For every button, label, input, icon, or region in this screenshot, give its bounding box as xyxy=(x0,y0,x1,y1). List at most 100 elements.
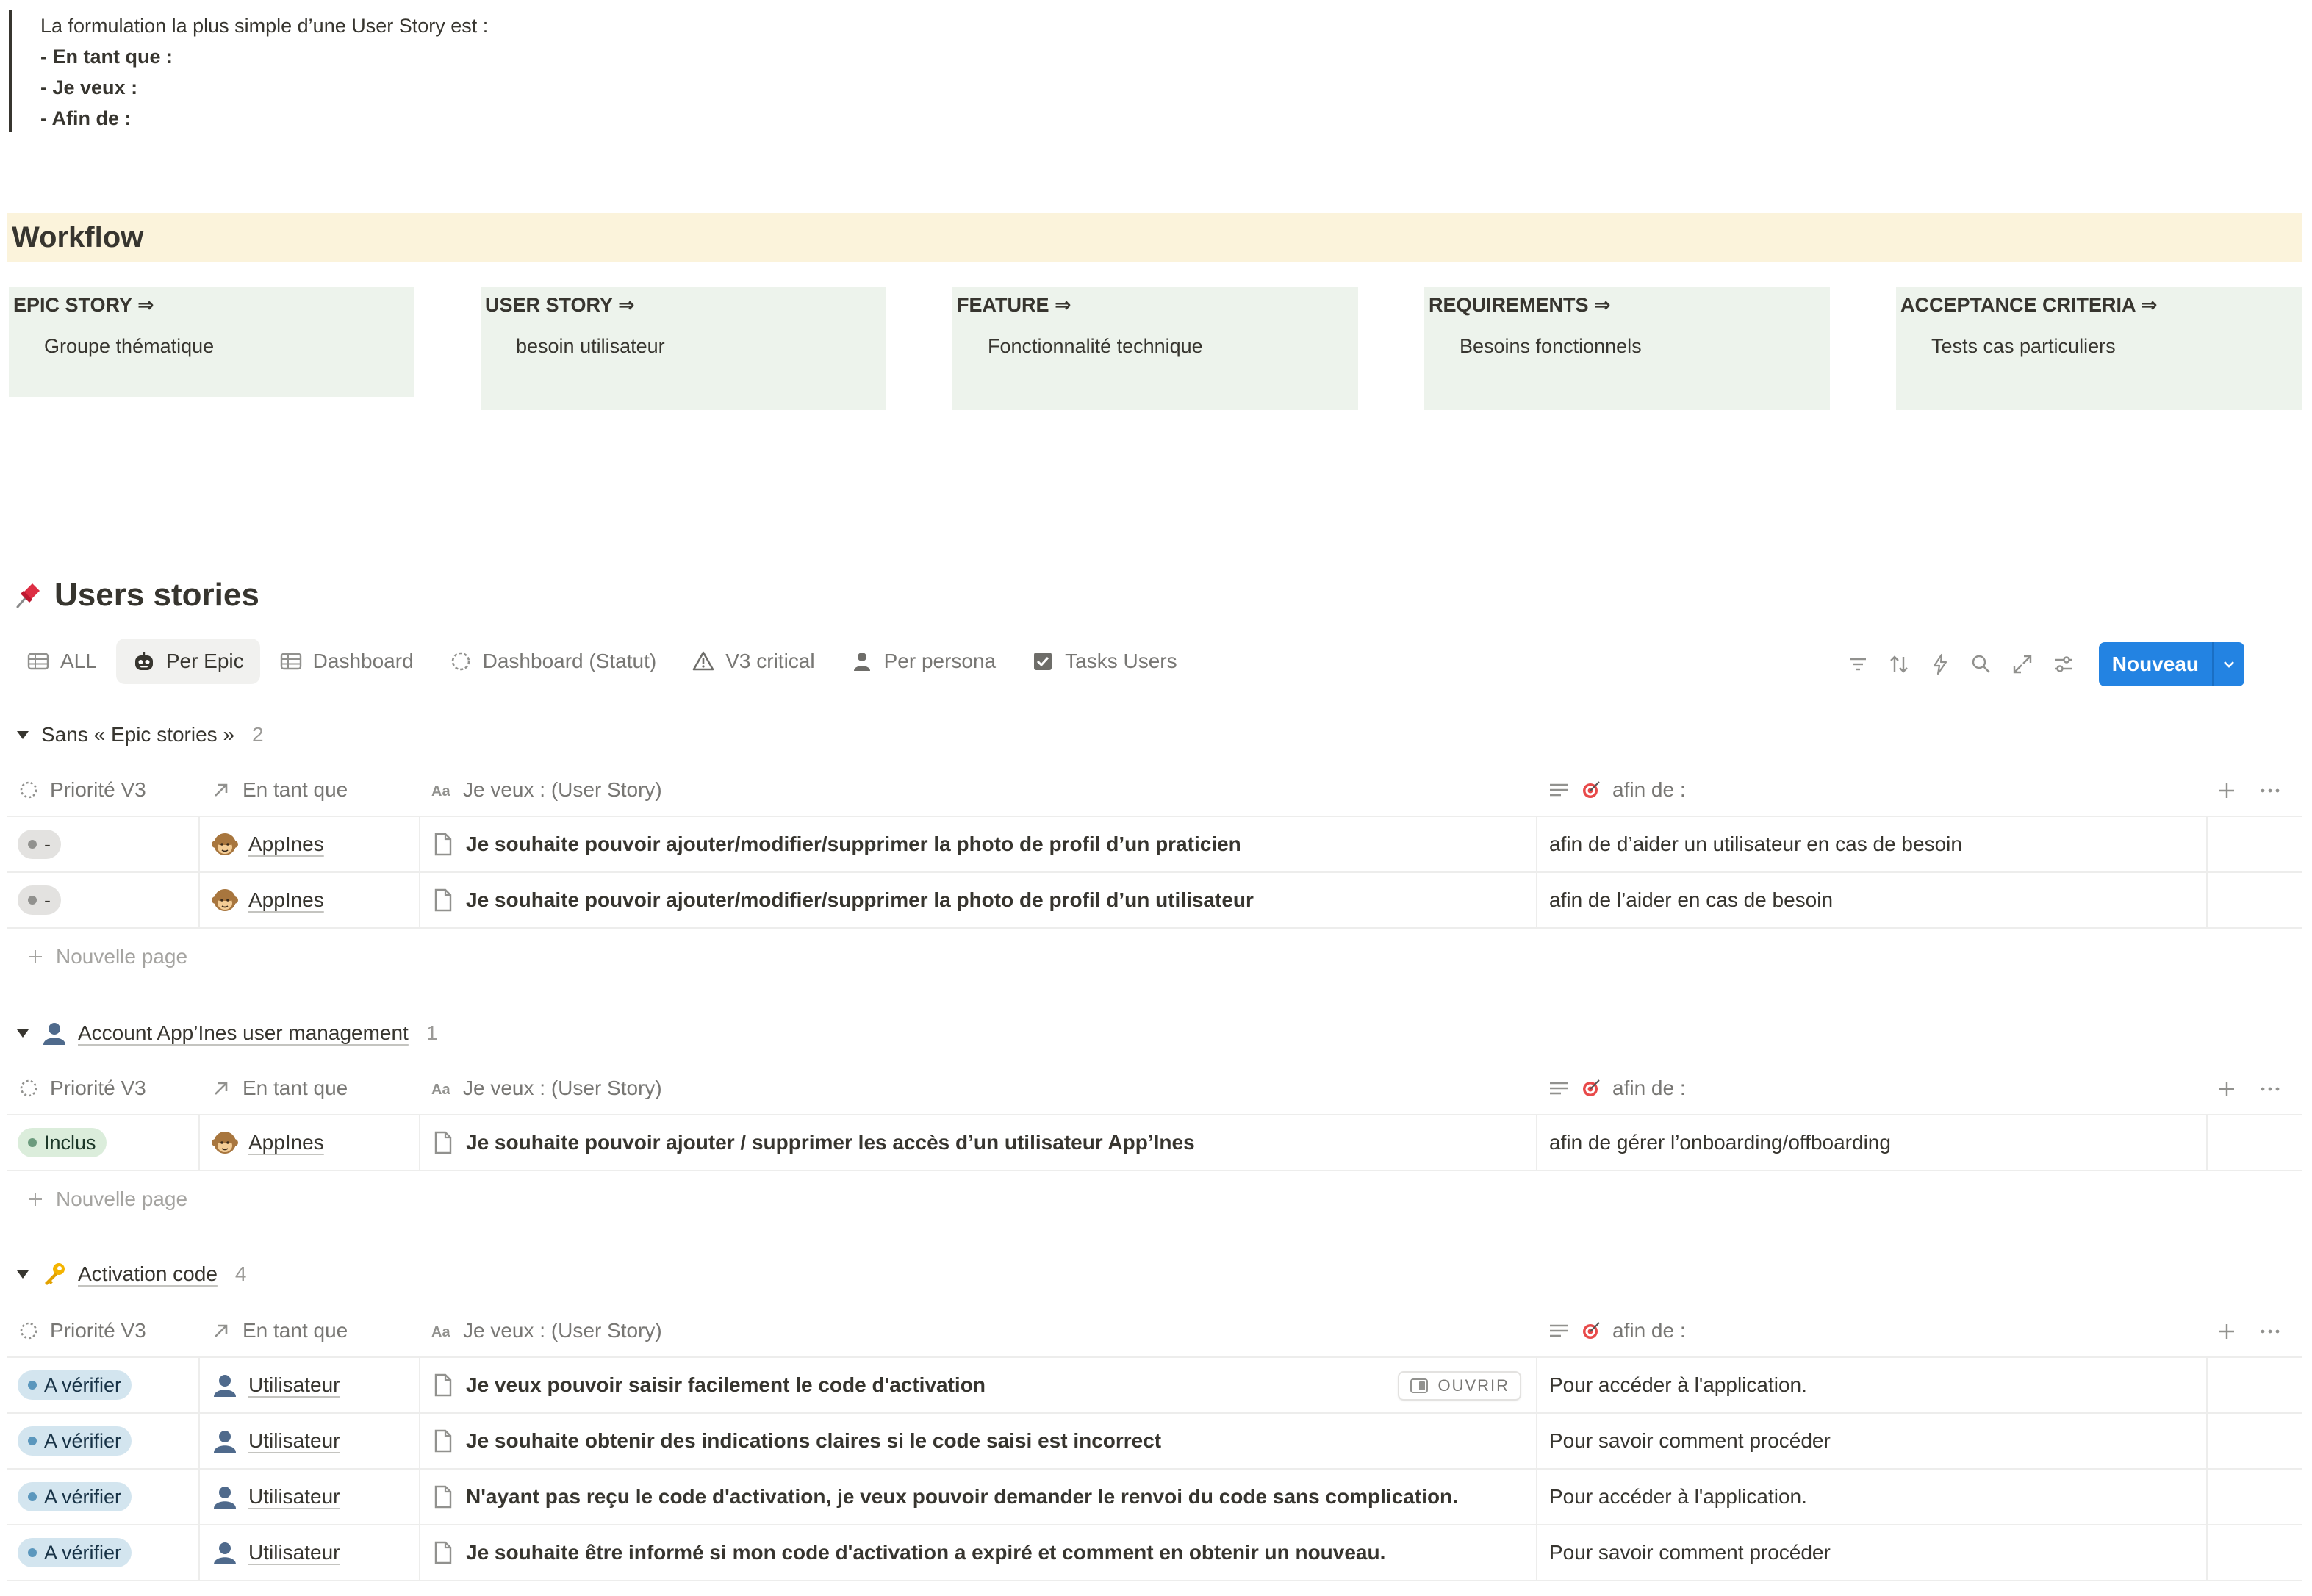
column-header-as[interactable]: En tant que xyxy=(198,764,419,816)
view-tab-all[interactable]: ALL xyxy=(10,639,113,684)
view-tab-tasks-users[interactable]: Tasks Users xyxy=(1015,639,1193,684)
want-cell[interactable]: Je souhaite pouvoir ajouter / supprimer … xyxy=(419,1115,1536,1170)
as-cell[interactable]: Utilisateur xyxy=(198,1525,419,1580)
add-column-icon[interactable] xyxy=(2216,1321,2237,1342)
collapse-triangle-icon[interactable] xyxy=(15,1266,31,1282)
more-options-icon[interactable] xyxy=(2259,1079,2281,1099)
lightning-icon[interactable] xyxy=(1927,651,1953,677)
workflow-box-feature: FEATURE ⇒ Fonctionnalité technique xyxy=(952,287,1358,410)
sort-icon[interactable] xyxy=(1886,651,1912,677)
new-entry-button[interactable]: Nouveau xyxy=(2098,642,2212,686)
column-header-want[interactable]: Aa Je veux : (User Story) xyxy=(419,1305,1536,1356)
column-header-as[interactable]: En tant que xyxy=(198,1063,419,1114)
add-column-icon[interactable] xyxy=(2216,780,2237,801)
priority-cell[interactable]: A vérifier xyxy=(7,1470,198,1524)
view-tab-v3-critical[interactable]: V3 critical xyxy=(675,639,830,684)
column-header-priority[interactable]: Priorité V3 xyxy=(7,1063,198,1114)
extra-cell[interactable] xyxy=(2206,1470,2302,1524)
want-cell[interactable]: Je veux pouvoir saisir facilement le cod… xyxy=(419,1358,1536,1412)
table-row[interactable]: A vérifier Utilisateur Je souhaite obten… xyxy=(7,1414,2302,1470)
new-entry-dropdown[interactable] xyxy=(2212,642,2244,686)
as-cell[interactable]: Utilisateur xyxy=(198,1358,419,1412)
column-header-priority[interactable]: Priorité V3 xyxy=(7,764,198,816)
person-name[interactable]: Utilisateur xyxy=(248,1485,340,1509)
group-header-account[interactable]: Account App’Ines user management 1 xyxy=(15,1016,437,1051)
priority-cell[interactable]: Inclus xyxy=(7,1115,198,1170)
want-cell[interactable]: Je souhaite être informé si mon code d'a… xyxy=(419,1525,1536,1580)
column-header-goal[interactable]: afin de : xyxy=(1536,1305,2206,1356)
extra-cell[interactable] xyxy=(2206,873,2302,927)
database-title[interactable]: Users stories xyxy=(54,575,259,616)
extra-cell[interactable] xyxy=(2206,1115,2302,1170)
column-header-want[interactable]: Aa Je veux : (User Story) xyxy=(419,1063,1536,1114)
filter-icon[interactable] xyxy=(1845,651,1871,677)
expand-icon[interactable] xyxy=(2009,651,2036,677)
target-icon xyxy=(1583,1079,1600,1096)
goal-cell[interactable]: afin de d’aider un utilisateur en cas de… xyxy=(1536,817,2206,871)
extra-cell[interactable] xyxy=(2206,1358,2302,1412)
person-name[interactable]: Utilisateur xyxy=(248,1429,340,1453)
more-options-icon[interactable] xyxy=(2259,1321,2281,1342)
extra-cell[interactable] xyxy=(2206,1525,2302,1580)
column-header-want[interactable]: Aa Je veux : (User Story) xyxy=(419,764,1536,816)
group-header-activation-code[interactable]: Activation code 4 xyxy=(15,1257,246,1292)
search-icon[interactable] xyxy=(1968,651,1995,677)
priority-cell[interactable]: - xyxy=(7,817,198,871)
add-column-icon[interactable] xyxy=(2216,1079,2237,1099)
goal-cell[interactable]: Pour accéder à l'application. xyxy=(1536,1470,2206,1524)
want-cell[interactable]: Je souhaite pouvoir ajouter/modifier/sup… xyxy=(419,873,1536,927)
table-row[interactable]: A vérifier Utilisateur N'ayant pas reçu … xyxy=(7,1470,2302,1525)
want-cell[interactable]: N'ayant pas reçu le code d'activation, j… xyxy=(419,1470,1536,1524)
goal-cell[interactable]: Pour savoir comment procéder xyxy=(1536,1414,2206,1468)
table-row[interactable]: Inclus AppInes Je souhaite pouvoir ajout… xyxy=(7,1115,2302,1171)
goal-cell[interactable]: Pour savoir comment procéder xyxy=(1536,1525,2206,1580)
goal-cell[interactable]: Pour accéder à l'application. xyxy=(1536,1358,2206,1412)
table-row[interactable]: - AppInes Je souhaite pouvoir ajouter/mo… xyxy=(7,817,2302,873)
view-tab-dashboard[interactable]: Dashboard xyxy=(263,639,430,684)
person-name[interactable]: Utilisateur xyxy=(248,1541,340,1564)
person-name[interactable]: AppInes xyxy=(248,1131,324,1154)
collapse-triangle-icon[interactable] xyxy=(15,727,31,743)
extra-cell[interactable] xyxy=(2206,1414,2302,1468)
view-tab-label: Per persona xyxy=(883,650,997,672)
table-row[interactable]: A vérifier Utilisateur Je veux pouvoir s… xyxy=(7,1358,2302,1414)
table-row[interactable]: A vérifier Utilisateur Je souhaite être … xyxy=(7,1525,2302,1581)
text-aa-icon: Aa xyxy=(431,1324,450,1340)
as-cell[interactable]: Utilisateur xyxy=(198,1414,419,1468)
new-page-button[interactable]: Nouvelle page xyxy=(26,936,187,977)
as-cell[interactable]: Utilisateur xyxy=(198,1470,419,1524)
priority-cell[interactable]: A vérifier xyxy=(7,1358,198,1412)
settings-sliders-icon[interactable] xyxy=(2050,651,2077,677)
want-cell[interactable]: Je souhaite obtenir des indications clai… xyxy=(419,1414,1536,1468)
group-header-no-epic[interactable]: Sans « Epic stories » 2 xyxy=(15,717,264,752)
as-cell[interactable]: AppInes xyxy=(198,873,419,927)
priority-cell[interactable]: A vérifier xyxy=(7,1414,198,1468)
view-tab-dashboard-statut[interactable]: Dashboard (Statut) xyxy=(433,639,673,684)
group-name[interactable]: Account App’Ines user management xyxy=(78,1021,409,1045)
as-cell[interactable]: AppInes xyxy=(198,1115,419,1170)
priority-cell[interactable]: A vérifier xyxy=(7,1525,198,1580)
collapse-triangle-icon[interactable] xyxy=(15,1025,31,1041)
person-name[interactable]: AppInes xyxy=(248,888,324,912)
person-name[interactable]: AppInes xyxy=(248,833,324,856)
column-header-goal[interactable]: afin de : xyxy=(1536,764,2206,816)
table-row[interactable]: - AppInes Je souhaite pouvoir ajouter/mo… xyxy=(7,873,2302,929)
column-header-as[interactable]: En tant que xyxy=(198,1305,419,1356)
open-page-button[interactable]: OUVRIR xyxy=(1398,1371,1521,1401)
view-tab-per-persona[interactable]: Per persona xyxy=(834,639,1013,684)
more-options-icon[interactable] xyxy=(2259,780,2281,801)
as-cell[interactable]: AppInes xyxy=(198,817,419,871)
priority-cell[interactable]: - xyxy=(7,873,198,927)
want-cell[interactable]: Je souhaite pouvoir ajouter/modifier/sup… xyxy=(419,817,1536,871)
svg-text:Aa: Aa xyxy=(431,1324,450,1340)
new-page-button[interactable]: Nouvelle page xyxy=(26,1179,187,1220)
person-name[interactable]: Utilisateur xyxy=(248,1373,340,1397)
view-tab-per-epic[interactable]: Per Epic xyxy=(115,639,260,684)
group-name[interactable]: Activation code xyxy=(78,1262,218,1286)
column-header-goal[interactable]: afin de : xyxy=(1536,1063,2206,1114)
goal-cell[interactable]: afin de gérer l’onboarding/offboarding xyxy=(1536,1115,2206,1170)
extra-cell[interactable] xyxy=(2206,817,2302,871)
table-header: Priorité V3 En tant que Aa Je veux : (Us… xyxy=(7,1305,2302,1358)
column-header-priority[interactable]: Priorité V3 xyxy=(7,1305,198,1356)
goal-cell[interactable]: afin de l’aider en cas de besoin xyxy=(1536,873,2206,927)
